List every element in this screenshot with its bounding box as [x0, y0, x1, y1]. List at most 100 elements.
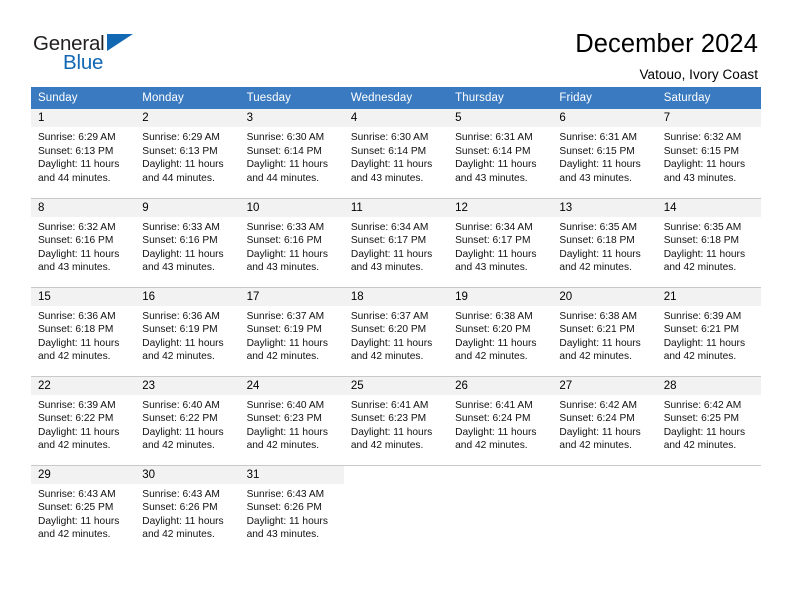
day-cell[interactable]: 18 Sunrise: 6:37 AM Sunset: 6:20 PM Dayl… [343, 287, 449, 377]
daylight-text-line1: Daylight: 11 hours [38, 337, 120, 349]
daylight-text-line1: Daylight: 11 hours [38, 159, 120, 171]
sunrise-text: Sunrise: 6:33 AM [246, 221, 325, 233]
day-details: Sunrise: 6:39 AM Sunset: 6:21 PM Dayligh… [657, 306, 761, 364]
general-blue-logo[interactable]: General Blue [31, 30, 151, 78]
day-cell[interactable]: 8 Sunrise: 6:32 AM Sunset: 6:16 PM Dayli… [31, 198, 136, 288]
day-number: 15 [31, 287, 136, 306]
day-cell[interactable]: 25 Sunrise: 6:41 AM Sunset: 6:23 PM Dayl… [343, 376, 449, 466]
day-details: Sunrise: 6:38 AM Sunset: 6:20 PM Dayligh… [448, 306, 552, 364]
day-cell[interactable]: 1 Sunrise: 6:29 AM Sunset: 6:13 PM Dayli… [31, 109, 136, 199]
day-details: Sunrise: 6:37 AM Sunset: 6:20 PM Dayligh… [344, 306, 448, 364]
day-cell[interactable]: 26 Sunrise: 6:41 AM Sunset: 6:24 PM Dayl… [448, 376, 553, 466]
daylight-text-line1: Daylight: 11 hours [246, 159, 328, 171]
day-cell[interactable]: 27 Sunrise: 6:42 AM Sunset: 6:24 PM Dayl… [552, 376, 657, 466]
sunset-text: Sunset: 6:20 PM [455, 324, 531, 336]
sunset-text: Sunset: 6:26 PM [142, 502, 218, 514]
sunrise-text: Sunrise: 6:36 AM [38, 310, 116, 322]
daylight-text-line2: and 42 minutes. [38, 351, 111, 363]
day-number: 1 [31, 109, 136, 127]
weekday-header-thursday: Thursday [448, 87, 553, 109]
day-cell[interactable]: 21 Sunrise: 6:39 AM Sunset: 6:21 PM Dayl… [656, 287, 761, 377]
sunrise-text: Sunrise: 6:43 AM [246, 488, 325, 500]
daylight-text-line1: Daylight: 11 hours [38, 426, 120, 438]
day-cell[interactable]: 2 Sunrise: 6:29 AM Sunset: 6:13 PM Dayli… [135, 109, 240, 199]
day-number: 21 [656, 287, 761, 306]
day-cell[interactable]: 12 Sunrise: 6:34 AM Sunset: 6:17 PM Dayl… [448, 198, 553, 288]
day-cell[interactable]: 13 Sunrise: 6:35 AM Sunset: 6:18 PM Dayl… [552, 198, 657, 288]
day-cell[interactable]: 24 Sunrise: 6:40 AM Sunset: 6:23 PM Dayl… [239, 376, 344, 466]
day-details: Sunrise: 6:29 AM Sunset: 6:13 PM Dayligh… [31, 127, 135, 185]
sunset-text: Sunset: 6:22 PM [142, 413, 218, 425]
day-cell-empty [448, 465, 553, 554]
day-cell[interactable]: 20 Sunrise: 6:38 AM Sunset: 6:21 PM Dayl… [552, 287, 657, 377]
day-cell[interactable]: 22 Sunrise: 6:39 AM Sunset: 6:22 PM Dayl… [31, 376, 136, 466]
daylight-text-line1: Daylight: 11 hours [350, 426, 433, 438]
daylight-text-line1: Daylight: 11 hours [559, 426, 641, 438]
sunset-text: Sunset: 6:14 PM [350, 145, 427, 157]
day-cell[interactable]: 17 Sunrise: 6:37 AM Sunset: 6:19 PM Dayl… [239, 287, 344, 377]
day-cell[interactable]: 11 Sunrise: 6:34 AM Sunset: 6:17 PM Dayl… [343, 198, 449, 288]
day-number: 2 [135, 109, 240, 127]
daylight-text-line1: Daylight: 11 hours [350, 248, 433, 260]
day-number: 8 [31, 198, 136, 217]
day-details: Sunrise: 6:32 AM Sunset: 6:15 PM Dayligh… [657, 127, 761, 185]
day-details: Sunrise: 6:32 AM Sunset: 6:16 PM Dayligh… [31, 217, 135, 275]
daylight-text-line2: and 43 minutes. [663, 172, 737, 184]
day-cell[interactable]: 15 Sunrise: 6:36 AM Sunset: 6:18 PM Dayl… [31, 287, 136, 377]
daylight-text-line1: Daylight: 11 hours [142, 159, 224, 171]
sunrise-text: Sunrise: 6:30 AM [246, 132, 325, 143]
day-cell[interactable]: 9 Sunrise: 6:33 AM Sunset: 6:16 PM Dayli… [135, 198, 240, 288]
day-cell[interactable]: 23 Sunrise: 6:40 AM Sunset: 6:22 PM Dayl… [135, 376, 240, 466]
sunset-text: Sunset: 6:25 PM [663, 413, 740, 425]
day-cell[interactable]: 29 Sunrise: 6:43 AM Sunset: 6:25 PM Dayl… [31, 465, 136, 554]
day-number: 24 [239, 376, 344, 395]
sunset-text: Sunset: 6:13 PM [38, 145, 114, 157]
day-details: Sunrise: 6:31 AM Sunset: 6:15 PM Dayligh… [552, 127, 656, 185]
sunset-text: Sunset: 6:22 PM [38, 413, 114, 425]
daylight-text-line1: Daylight: 11 hours [455, 337, 537, 349]
day-cell[interactable]: 5 Sunrise: 6:31 AM Sunset: 6:14 PM Dayli… [448, 109, 553, 199]
sunset-text: Sunset: 6:21 PM [559, 324, 635, 336]
sunset-text: Sunset: 6:14 PM [455, 145, 531, 157]
day-cell[interactable]: 4 Sunrise: 6:30 AM Sunset: 6:14 PM Dayli… [343, 109, 449, 199]
sunrise-text: Sunrise: 6:33 AM [142, 221, 220, 233]
sunset-text: Sunset: 6:24 PM [455, 413, 531, 425]
day-cell[interactable]: 31 Sunrise: 6:43 AM Sunset: 6:26 PM Dayl… [239, 465, 344, 554]
day-number: 31 [239, 465, 344, 484]
sunset-text: Sunset: 6:25 PM [38, 502, 114, 514]
day-cell[interactable]: 16 Sunrise: 6:36 AM Sunset: 6:19 PM Dayl… [135, 287, 240, 377]
daylight-text-line2: and 42 minutes. [559, 351, 632, 363]
day-cell[interactable]: 19 Sunrise: 6:38 AM Sunset: 6:20 PM Dayl… [448, 287, 553, 377]
day-number: 20 [552, 287, 657, 306]
day-cell[interactable]: 3 Sunrise: 6:30 AM Sunset: 6:14 PM Dayli… [239, 109, 344, 199]
day-details: Sunrise: 6:41 AM Sunset: 6:24 PM Dayligh… [448, 395, 552, 453]
logo-triangle-icon [107, 34, 133, 51]
daylight-text-line2: and 43 minutes. [246, 529, 320, 541]
day-details: Sunrise: 6:41 AM Sunset: 6:23 PM Dayligh… [344, 395, 448, 453]
weekday-header-sunday: Sunday [31, 87, 136, 109]
calendar-week-row: 22 Sunrise: 6:39 AM Sunset: 6:22 PM Dayl… [31, 376, 761, 466]
day-cell[interactable]: 30 Sunrise: 6:43 AM Sunset: 6:26 PM Dayl… [135, 465, 240, 554]
day-number: 28 [656, 376, 761, 395]
day-cell[interactable]: 6 Sunrise: 6:31 AM Sunset: 6:15 PM Dayli… [552, 109, 657, 199]
day-details: Sunrise: 6:36 AM Sunset: 6:19 PM Dayligh… [135, 306, 239, 364]
daylight-text-line2: and 43 minutes. [246, 262, 320, 274]
day-number: 10 [239, 198, 344, 217]
day-cell[interactable]: 7 Sunrise: 6:32 AM Sunset: 6:15 PM Dayli… [656, 109, 761, 199]
sunset-text: Sunset: 6:23 PM [350, 413, 427, 425]
sunset-text: Sunset: 6:16 PM [142, 235, 218, 247]
day-details: Sunrise: 6:35 AM Sunset: 6:18 PM Dayligh… [657, 217, 761, 275]
daylight-text-line2: and 42 minutes. [663, 262, 737, 274]
day-cell[interactable]: 28 Sunrise: 6:42 AM Sunset: 6:25 PM Dayl… [656, 376, 761, 466]
sunrise-text: Sunrise: 6:38 AM [455, 310, 533, 322]
day-cell[interactable]: 10 Sunrise: 6:33 AM Sunset: 6:16 PM Dayl… [239, 198, 344, 288]
sunset-text: Sunset: 6:19 PM [142, 324, 218, 336]
sunset-text: Sunset: 6:17 PM [350, 235, 427, 247]
daylight-text-line2: and 42 minutes. [246, 440, 320, 452]
day-details: Sunrise: 6:33 AM Sunset: 6:16 PM Dayligh… [240, 217, 344, 275]
calendar-page: General Blue December 2024 Vatouo, Ivory… [0, 0, 792, 612]
day-cell[interactable]: 14 Sunrise: 6:35 AM Sunset: 6:18 PM Dayl… [656, 198, 761, 288]
daylight-text-line2: and 42 minutes. [142, 351, 215, 363]
day-number: 11 [343, 198, 449, 217]
day-details: Sunrise: 6:38 AM Sunset: 6:21 PM Dayligh… [552, 306, 656, 364]
